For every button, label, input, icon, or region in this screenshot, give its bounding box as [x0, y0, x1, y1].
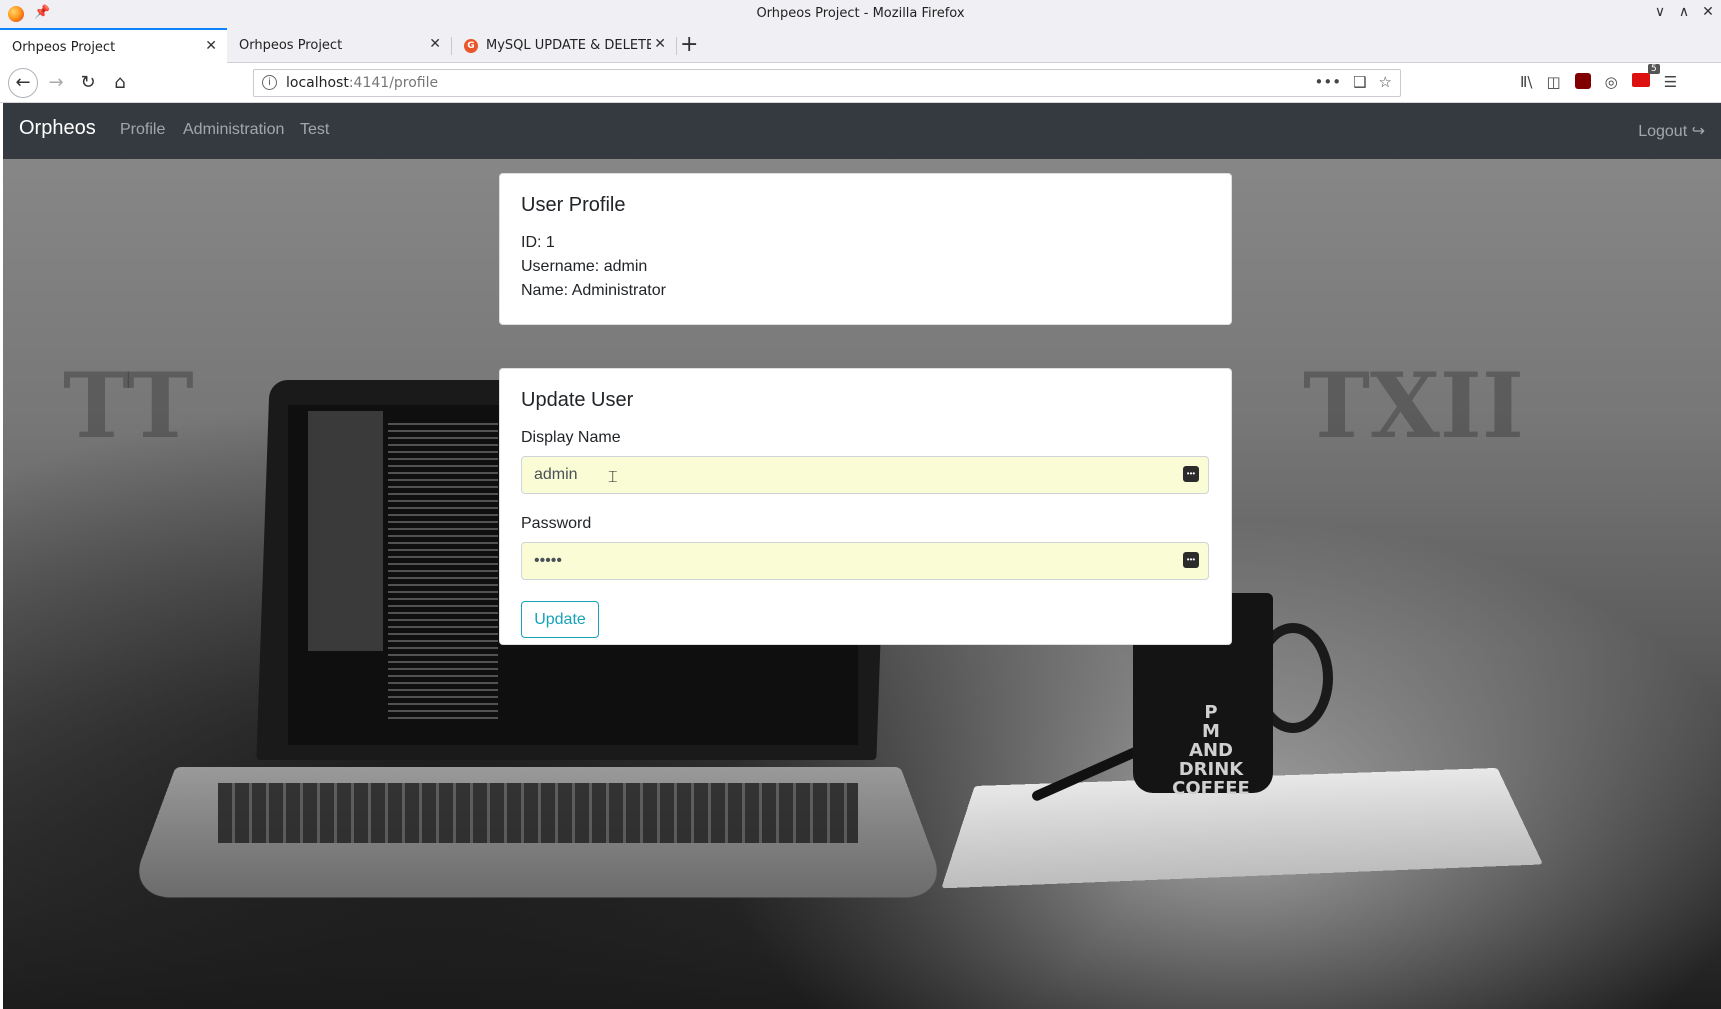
tab-label: MySQL UPDATE & DELETE — [486, 38, 651, 53]
password-manager-icon[interactable]: ••• — [1183, 466, 1199, 482]
back-icon[interactable]: ← — [8, 68, 38, 98]
password-label: Password — [521, 515, 592, 532]
profile-name: Name: Administrator — [521, 282, 666, 299]
window-title: Orhpeos Project - Mozilla Firefox — [756, 6, 965, 21]
sidebar-icon[interactable]: ◫ — [1546, 73, 1560, 91]
display-name-label: Display Name — [521, 429, 621, 446]
window-close-icon[interactable]: ✕ — [1699, 4, 1717, 20]
minimize-icon[interactable]: ∨ — [1651, 4, 1669, 20]
new-tab-icon[interactable]: + — [680, 32, 698, 57]
tab-mysql[interactable]: G MySQL UPDATE & DELETE ✕ — [452, 28, 676, 63]
mysql-favicon-icon: G — [464, 38, 478, 53]
laptop-keyboard-image — [218, 783, 858, 843]
update-card-title: Update User — [521, 389, 634, 411]
tab-orpheos-1[interactable]: Orhpeos Project ✕ — [0, 28, 227, 64]
tab-close-icon[interactable]: ✕ — [205, 38, 217, 54]
browser-toolbar: ← → ↻ ⌂ i localhost:4141/profile ••• ❑ ☆… — [0, 63, 1721, 103]
laptop-code-image — [388, 423, 498, 723]
address-bar[interactable]: i localhost:4141/profile ••• ❑ ☆ — [253, 69, 1401, 97]
ublock-origin-icon[interactable] — [1574, 73, 1591, 89]
password-input[interactable] — [521, 542, 1209, 580]
home-icon[interactable]: ⌂ — [107, 70, 133, 96]
extension-badge: 5 — [1647, 64, 1660, 74]
nav-link-administration[interactable]: Administration — [183, 121, 284, 139]
app-navbar: Orpheos Profile Administration Test Logo… — [3, 103, 1721, 159]
update-button[interactable]: Update — [521, 601, 599, 638]
tab-close-icon[interactable]: ✕ — [429, 36, 441, 52]
profile-card-title: User Profile — [521, 194, 626, 216]
wall-carving-left: TT — [63, 353, 194, 459]
url-text[interactable]: localhost:4141/profile — [286, 75, 438, 91]
extension-icon[interactable]: 5 — [1631, 64, 1660, 91]
tab-label: Orhpeos Project — [239, 38, 343, 53]
text-cursor-icon: ⌶ — [608, 467, 618, 486]
url-host: localhost — [286, 75, 349, 91]
tab-close-icon[interactable]: ✕ — [654, 36, 666, 52]
wall-carving-right: TXII — [1303, 353, 1525, 459]
url-path: :4141/profile — [348, 75, 439, 91]
laptop-editor-sidebar-image — [308, 411, 383, 651]
hamburger-menu-icon[interactable]: ☰ — [1664, 73, 1677, 91]
library-icon[interactable]: Ⅱ\ — [1520, 73, 1532, 91]
display-name-input[interactable] — [521, 456, 1209, 494]
brand-link[interactable]: Orpheos — [19, 117, 96, 140]
maximize-icon[interactable]: ∧ — [1675, 4, 1693, 20]
tab-separator — [676, 37, 677, 55]
site-info-icon[interactable]: i — [262, 75, 277, 90]
red-extension-icon — [1631, 73, 1650, 87]
bookmark-star-icon[interactable]: ☆ — [1379, 73, 1392, 91]
logout-link[interactable]: Logout ↪ — [1638, 121, 1705, 141]
sign-out-icon: ↪ — [1687, 123, 1705, 140]
nav-link-profile[interactable]: Profile — [120, 121, 165, 139]
account-icon[interactable]: ◎ — [1605, 73, 1618, 91]
password-manager-icon[interactable]: ••• — [1183, 552, 1199, 568]
forward-icon[interactable]: → — [43, 70, 69, 96]
tab-label: Orhpeos Project — [12, 39, 116, 55]
update-user-card: Update User Display Name ••• Password ••… — [499, 368, 1232, 645]
url-actions: ••• ❑ ☆ — [1315, 73, 1392, 91]
tab-orpheos-2[interactable]: Orhpeos Project ✕ — [227, 28, 451, 63]
tab-strip: Orhpeos Project ✕ Orhpeos Project ✕ G My… — [0, 28, 1721, 64]
mug-text: P M AND DRINK COFFEE — [1172, 702, 1250, 799]
page-viewport: TT TXII P M AND DRINK COFFEE Orpheos Pro… — [3, 103, 1721, 1009]
password-field-wrap: ••• — [500, 542, 1233, 580]
user-profile-card: User Profile ID: 1 Username: admin Name:… — [499, 173, 1232, 325]
nav-link-test[interactable]: Test — [300, 121, 329, 139]
pocket-icon[interactable]: ❑ — [1353, 73, 1366, 91]
profile-username: Username: admin — [521, 258, 648, 275]
logout-label: Logout — [1638, 123, 1688, 140]
toolbar-extensions: Ⅱ\ ◫ ◎ 5 ☰ — [1520, 64, 1677, 91]
page-actions-icon[interactable]: ••• — [1315, 73, 1342, 91]
profile-id: ID: 1 — [521, 234, 555, 251]
window-titlebar: 📌 Orhpeos Project - Mozilla Firefox ∨ ∧ … — [0, 0, 1721, 28]
reload-icon[interactable]: ↻ — [75, 70, 101, 96]
